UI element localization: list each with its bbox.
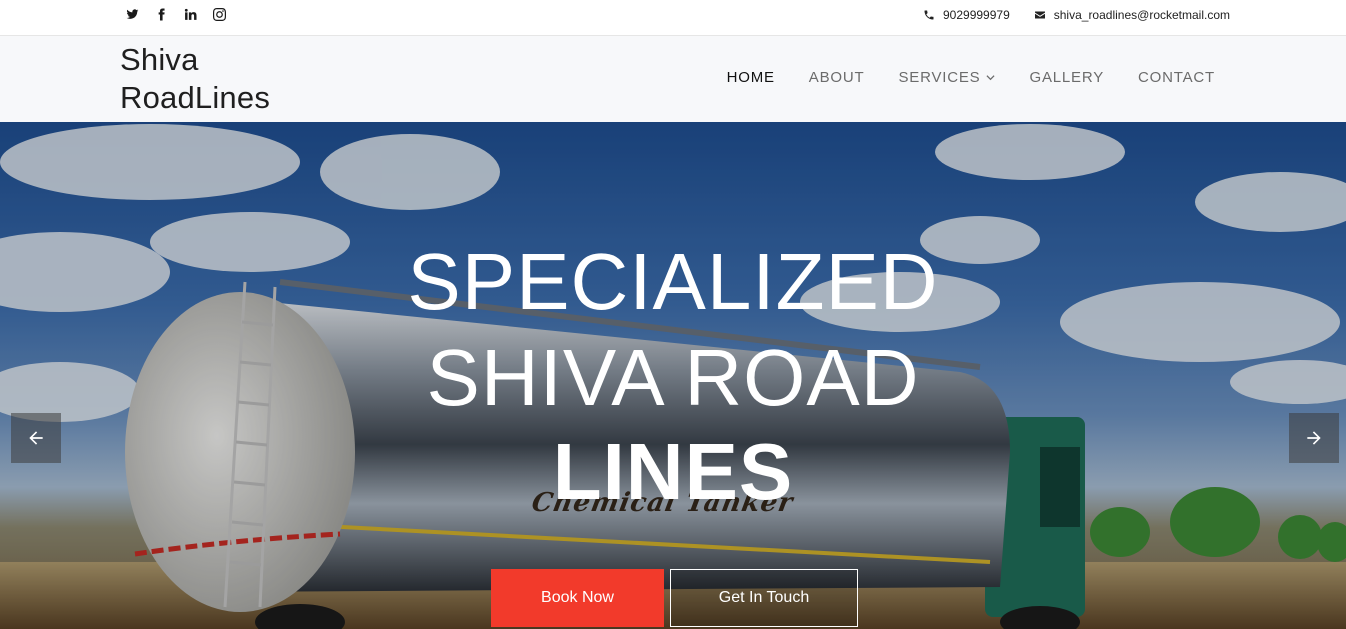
email-address: shiva_roadlines@rocketmail.com	[1053, 8, 1230, 22]
main-navbar: Shiva RoadLines HOME ABOUT SERVICES GALL…	[0, 36, 1346, 122]
facebook-icon[interactable]	[154, 7, 169, 22]
hero-headline: SPECIALIZED SHIVA ROAD LINES	[0, 234, 1346, 518]
phone-number: 9029999979	[943, 8, 1010, 22]
social-links	[125, 7, 227, 22]
main-menu: HOME ABOUT SERVICES GALLERY CONTACT	[727, 69, 1215, 86]
book-now-button[interactable]: Book Now	[491, 569, 664, 627]
nav-about[interactable]: ABOUT	[809, 69, 865, 86]
get-in-touch-button[interactable]: Get In Touch	[670, 569, 858, 627]
slider-next-button[interactable]	[1289, 413, 1339, 463]
linkedin-icon[interactable]	[183, 7, 198, 22]
top-bar: 9029999979 shiva_roadlines@rocketmail.co…	[0, 0, 1346, 36]
slider-prev-button[interactable]	[11, 413, 61, 463]
contact-info: 9029999979 shiva_roadlines@rocketmail.co…	[923, 8, 1230, 22]
envelope-icon	[1034, 11, 1045, 19]
twitter-icon[interactable]	[125, 7, 140, 22]
nav-services[interactable]: SERVICES	[898, 69, 996, 86]
nav-contact[interactable]: CONTACT	[1138, 69, 1215, 86]
site-logo[interactable]: Shiva RoadLines	[120, 41, 320, 117]
brand-line-1: Shiva	[120, 42, 199, 77]
email-contact[interactable]: shiva_roadlines@rocketmail.com	[1034, 8, 1230, 22]
hero-line-2: SHIVA ROAD	[426, 333, 920, 422]
nav-services-label: SERVICES	[898, 69, 981, 86]
chevron-down-icon	[986, 75, 996, 81]
instagram-icon[interactable]	[212, 7, 227, 22]
phone-icon	[924, 10, 934, 20]
nav-home[interactable]: HOME	[727, 69, 775, 86]
hero-line-3: LINES	[552, 427, 794, 516]
arrow-left-icon	[29, 431, 43, 445]
hero-slider: Chemical Tanker SPECIALIZED SHIVA ROAD L…	[0, 122, 1346, 629]
phone-contact[interactable]: 9029999979	[923, 8, 1010, 22]
nav-gallery[interactable]: GALLERY	[1029, 69, 1104, 86]
hero-line-1: SPECIALIZED	[407, 237, 939, 326]
arrow-right-icon	[1307, 431, 1321, 445]
brand-line-2: RoadLines	[120, 80, 271, 115]
